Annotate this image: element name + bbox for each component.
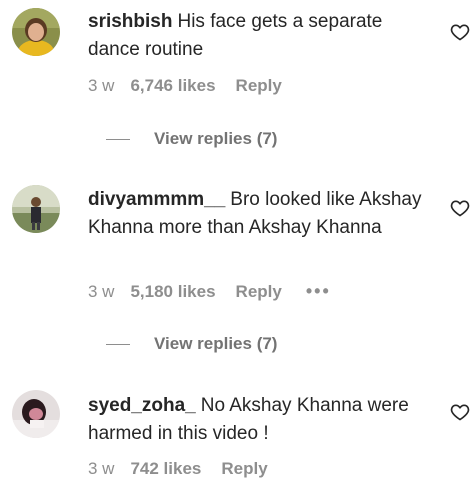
like-heart-icon[interactable] [450,402,470,422]
comment-text: syed_zoha_ No Akshay Khanna were harmed i… [88,392,428,448]
comment-time: 3 w [88,76,115,95]
reply-button[interactable]: Reply [221,459,267,479]
comment-likes[interactable]: 742 likes [130,459,201,479]
avatar-photo [12,390,60,438]
view-replies-button[interactable]: View replies (7) [106,334,277,354]
like-heart-icon[interactable] [450,198,470,218]
comment-username[interactable]: divyammmm__ [88,189,225,210]
reply-button[interactable]: Reply [236,282,282,302]
comment-text: srishbish His face gets a separate dance … [88,8,428,64]
comment-likes[interactable]: 5,180 likes [130,282,215,302]
comment-username[interactable]: srishbish [88,11,172,32]
comment-meta: 3 w 742 likes Reply [88,459,268,479]
view-replies-label: View replies (7) [154,129,278,148]
divider-line [106,343,130,345]
more-options-icon[interactable]: ••• [306,281,331,302]
comment-time: 3 w [88,459,115,478]
comment-text: divyammmm__ Bro looked like Akshay Khanna… [88,186,428,242]
comment-username[interactable]: syed_zoha_ [88,395,196,416]
like-heart-icon[interactable] [450,22,470,42]
avatar-photo [12,8,60,56]
divider-line [106,138,130,140]
avatar[interactable] [12,185,60,233]
comment-time: 3 w [88,281,115,301]
avatar[interactable] [12,390,60,438]
comment-meta: 3 w 6,746 likes Reply [88,76,282,96]
comment-likes[interactable]: 6,746 likes [130,76,215,96]
view-replies-button[interactable]: View replies (7) [106,129,277,149]
comment-meta: 3 w 5,180 likes Reply ••• [88,281,331,302]
avatar-photo [12,185,60,233]
avatar[interactable] [12,8,60,56]
view-replies-label: View replies (7) [154,334,278,353]
reply-button[interactable]: Reply [236,76,282,96]
